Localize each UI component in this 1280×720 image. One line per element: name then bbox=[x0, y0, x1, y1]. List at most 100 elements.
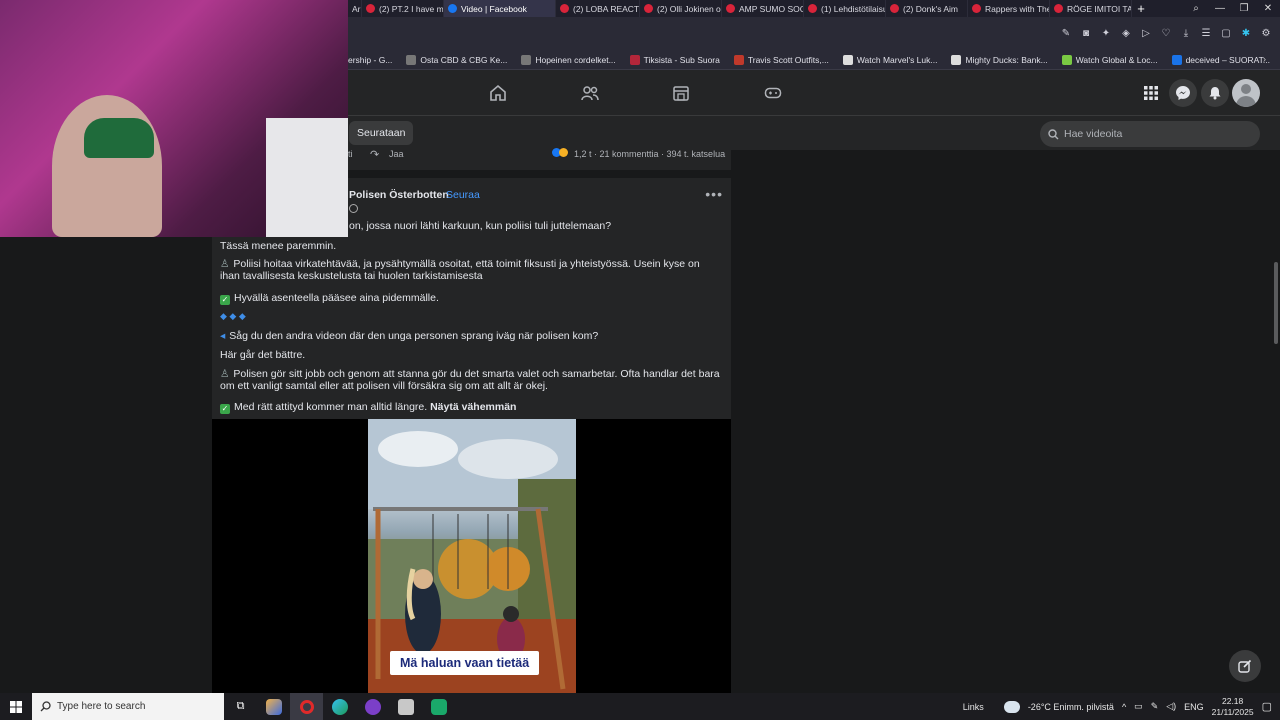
share-icon[interactable]: ↷ bbox=[370, 148, 379, 161]
download-icon[interactable]: ⤓ bbox=[1178, 26, 1194, 42]
browser-tab-active[interactable]: Video | Facebook bbox=[444, 0, 556, 17]
weather-text[interactable]: -26°C Enimm. pilvistä bbox=[1028, 702, 1114, 712]
lock-icon[interactable]: ▢ bbox=[1218, 26, 1234, 42]
post-text-paragraph: ♙ Poliisi hoitaa virkatehtävää, ja pysäht… bbox=[220, 258, 700, 282]
following-tab[interactable]: Seurataan bbox=[349, 121, 414, 145]
post-author[interactable]: Polisen Österbotten bbox=[349, 189, 449, 201]
taskbar-app-edge[interactable] bbox=[323, 693, 356, 720]
post-text-line: ◂ Såg du den andra videon där den unga pe… bbox=[220, 330, 599, 342]
bookmark-favicon-icon bbox=[406, 54, 417, 65]
browser-tab[interactable]: RÖGE IMITOI TAP bbox=[1050, 0, 1132, 17]
network-icon[interactable]: ▭ bbox=[1134, 701, 1143, 712]
bookmark-item[interactable]: deceived – SUORAT... bbox=[1171, 54, 1270, 65]
gaming-icon[interactable] bbox=[762, 82, 784, 104]
browser-tab[interactable]: (2) Donk's Aim bbox=[886, 0, 968, 17]
bookmark-item[interactable]: Watch Marvel's Luk... bbox=[842, 54, 937, 65]
bookmark-item[interactable]: ership - G... bbox=[348, 55, 392, 65]
video-frame[interactable]: Mä haluan vaan tietää bbox=[368, 419, 576, 699]
restore-button[interactable]: ❐ bbox=[1232, 0, 1256, 17]
shield-icon[interactable]: ◈ bbox=[1118, 26, 1134, 42]
post-text-paragraph: ♙ Polisen gör sitt jobb och genom att sta… bbox=[220, 368, 720, 392]
see-less-link[interactable]: Näytä vähemmän bbox=[430, 401, 516, 413]
page-scrollbar[interactable] bbox=[1272, 150, 1280, 693]
post-text-line: ✓ Med rätt attityd kommer man alltid läng… bbox=[220, 401, 517, 414]
video-search-input[interactable]: Hae videoita bbox=[1040, 121, 1260, 147]
taskbar-app[interactable] bbox=[356, 693, 389, 720]
bookmark-item[interactable]: Travis Scott Outfits,... bbox=[733, 54, 829, 65]
new-tab-button[interactable]: + bbox=[1132, 0, 1150, 17]
taskbar-app[interactable] bbox=[422, 693, 455, 720]
taskbar-app[interactable] bbox=[257, 693, 290, 720]
browser-tab[interactable]: (2) Olli Jokinen or bbox=[640, 0, 722, 17]
more-options-button[interactable]: ••• bbox=[705, 186, 723, 202]
marketplace-icon[interactable] bbox=[670, 82, 692, 104]
taskbar-app[interactable] bbox=[389, 693, 422, 720]
edge-icon bbox=[331, 698, 348, 715]
language-indicator[interactable]: ENG bbox=[1184, 702, 1204, 712]
browser-tab[interactable]: AMP SUMO SOC bbox=[722, 0, 804, 17]
home-icon[interactable] bbox=[487, 82, 509, 104]
extension-active-icon[interactable]: ✱ bbox=[1238, 26, 1254, 42]
tray-app-icon[interactable]: ✎ bbox=[1151, 701, 1159, 712]
settings-icon[interactable]: ⚙ bbox=[1258, 26, 1274, 42]
bookmark-favicon-icon bbox=[951, 54, 962, 65]
bookmark-item[interactable]: Osta CBD & CBG Ke... bbox=[406, 54, 507, 65]
opera-icon bbox=[299, 699, 314, 714]
clock-date: 21/11/2025 bbox=[1211, 706, 1254, 717]
bookmarks-more-icon[interactable]: › bbox=[1263, 54, 1266, 64]
search-tabs-icon[interactable]: ⌕ bbox=[1184, 0, 1208, 17]
friends-icon[interactable] bbox=[579, 82, 601, 104]
browser-tab[interactable]: Rappers with The bbox=[968, 0, 1050, 17]
taskbar-search-input[interactable]: Type here to search bbox=[32, 693, 224, 720]
edit-icon[interactable]: ✎ bbox=[1058, 26, 1074, 42]
profile-avatar[interactable] bbox=[1232, 79, 1260, 107]
messenger-icon bbox=[1176, 86, 1190, 100]
new-message-button[interactable] bbox=[1229, 650, 1261, 682]
share-button[interactable]: Jaa bbox=[389, 149, 404, 159]
post-stats[interactable]: 1,2 t · 21 kommenttia · 394 t. katselua bbox=[574, 149, 725, 159]
streamer-figure bbox=[52, 95, 162, 237]
play-icon[interactable]: ▷ bbox=[1138, 26, 1154, 42]
tab-favicon-icon bbox=[808, 4, 817, 13]
heart-icon[interactable]: ♡ bbox=[1158, 26, 1174, 42]
close-window-button[interactable]: ✕ bbox=[1256, 0, 1280, 17]
browser-tab[interactable]: (1) Lehdistötilaisu bbox=[804, 0, 886, 17]
system-tray: Links -26°C Enimm. pilvistä ^ ▭ ✎ ◁) ENG… bbox=[963, 693, 1280, 720]
messenger-button[interactable] bbox=[1169, 79, 1197, 107]
browser-tab[interactable]: (2) LOBA REACTS bbox=[556, 0, 640, 17]
extension-icon[interactable]: ✦ bbox=[1098, 26, 1114, 42]
tab-favicon-icon bbox=[560, 4, 569, 13]
windows-logo-icon bbox=[10, 700, 22, 713]
tab-favicon-icon bbox=[726, 4, 735, 13]
bookmark-item[interactable]: Mighty Ducks: Bank... bbox=[951, 54, 1048, 65]
post-text-line: Här går det bättre. bbox=[220, 349, 306, 361]
bookmark-item[interactable]: Tiksista - Sub Suora bbox=[629, 54, 720, 65]
browser-tab[interactable]: (2) PT.2 I have mu bbox=[362, 0, 444, 17]
video-player[interactable]: Mä haluan vaan tietää bbox=[212, 419, 731, 699]
tray-chevron-icon[interactable]: ^ bbox=[1122, 702, 1126, 712]
notifications-icon[interactable]: ▢ bbox=[1262, 700, 1272, 713]
weather-icon bbox=[1003, 700, 1020, 713]
wall-poster bbox=[266, 118, 348, 237]
police-officer-icon: ♙ bbox=[220, 258, 230, 270]
minimize-button[interactable]: — bbox=[1208, 0, 1232, 17]
windows-taskbar: Type here to search ⧉ Links -26°C Enimm.… bbox=[0, 693, 1280, 720]
bookmark-item[interactable]: Watch Global & Loc... bbox=[1061, 54, 1158, 65]
action-partial-label[interactable]: ti bbox=[348, 149, 353, 159]
task-view-button[interactable]: ⧉ bbox=[224, 693, 257, 720]
clock[interactable]: 22.18 21/11/2025 bbox=[1212, 696, 1254, 718]
browser-tab[interactable]: Ar bbox=[348, 0, 362, 17]
taskbar-app-opera[interactable] bbox=[290, 693, 323, 720]
links-toolbar[interactable]: Links bbox=[963, 702, 984, 712]
bookmark-item[interactable]: Hopeinen cordelket... bbox=[521, 54, 616, 65]
menu-icon[interactable]: ☰ bbox=[1198, 26, 1214, 42]
start-button[interactable] bbox=[0, 693, 32, 720]
menu-grid-icon[interactable] bbox=[1140, 82, 1162, 104]
volume-icon[interactable]: ◁) bbox=[1166, 701, 1176, 712]
follow-button[interactable]: Seuraa bbox=[446, 189, 480, 201]
search-placeholder: Hae videoita bbox=[1064, 128, 1123, 140]
notifications-button[interactable] bbox=[1201, 79, 1229, 107]
camera-icon[interactable]: ◙ bbox=[1078, 26, 1094, 42]
scrollbar-thumb[interactable] bbox=[1274, 262, 1278, 344]
webcam-overlay bbox=[0, 0, 348, 237]
